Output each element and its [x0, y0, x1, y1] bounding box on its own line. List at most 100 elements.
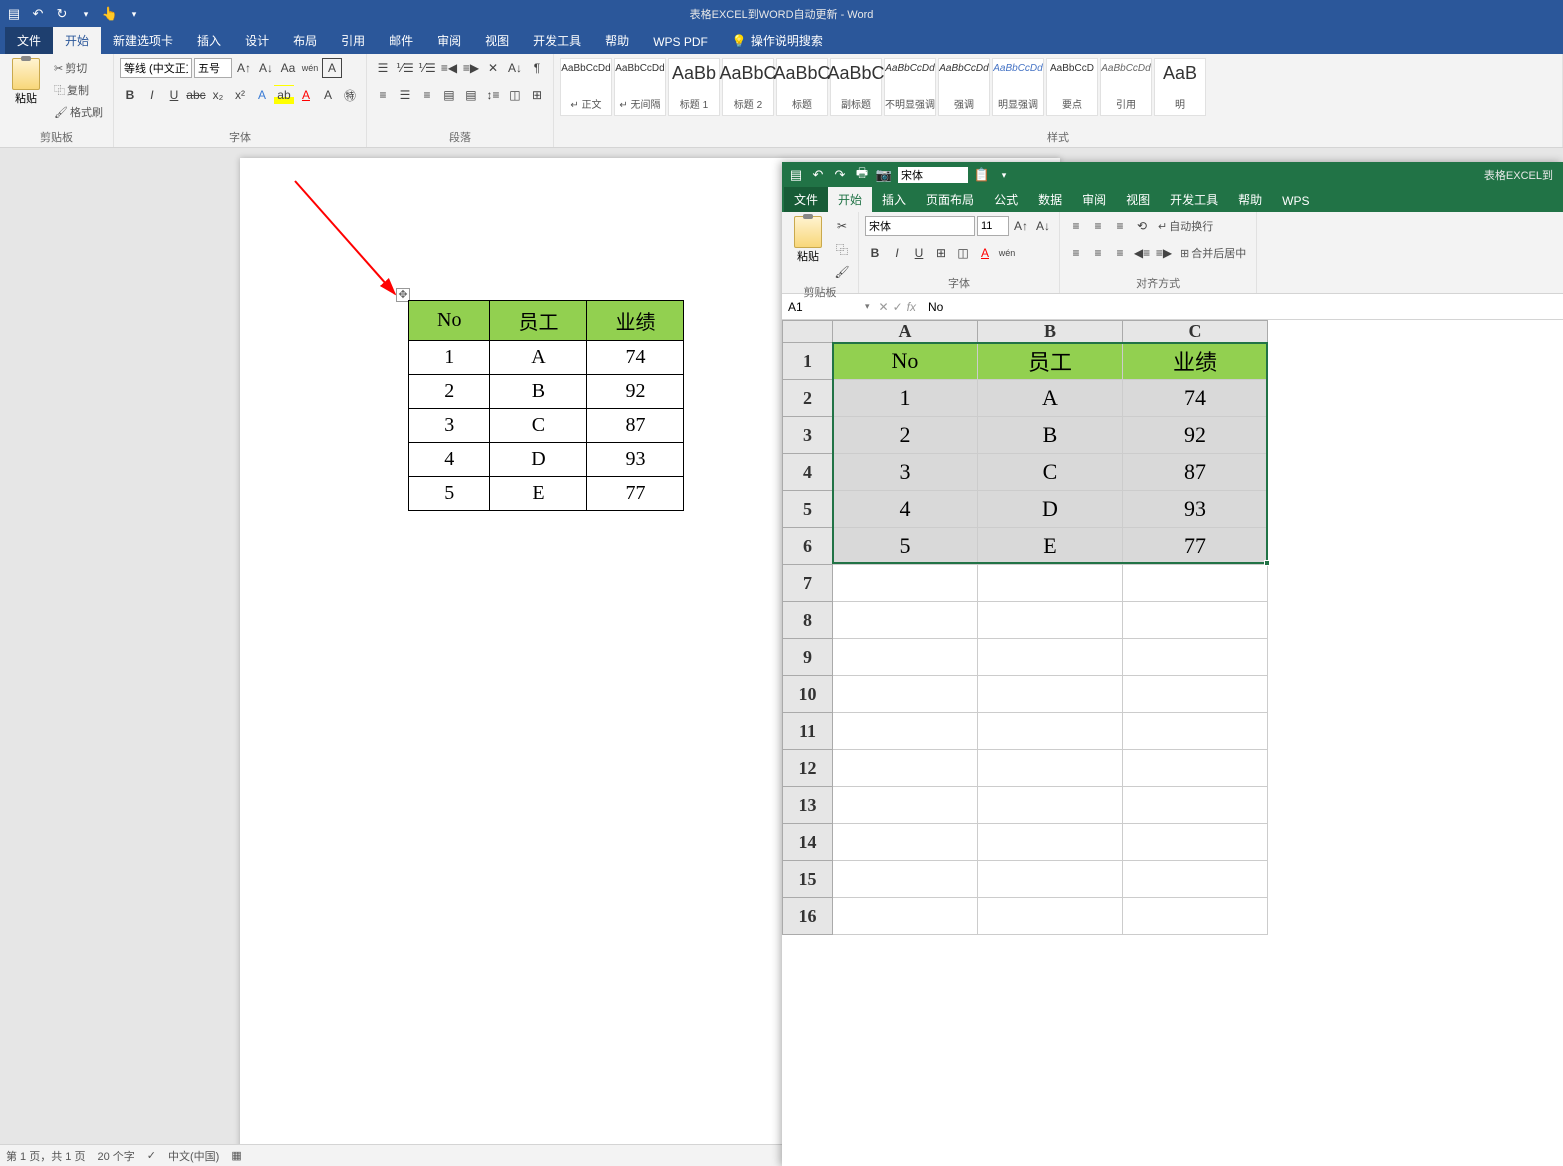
tab-help[interactable]: 帮助 [1228, 187, 1272, 212]
excel-cell[interactable] [833, 787, 978, 824]
bullets-icon[interactable]: ☰ [373, 58, 393, 78]
format-painter-button[interactable]: 🖌格式刷 [50, 102, 107, 122]
excel-cell[interactable] [833, 602, 978, 639]
excel-cell[interactable] [1123, 713, 1268, 750]
qat-paste-icon[interactable]: 📋 [974, 167, 990, 183]
namebox-dropdown-icon[interactable]: ▾ [862, 301, 873, 312]
merge-center-button[interactable]: ⊞合并后居中 [1176, 243, 1250, 263]
tab-wpspdf[interactable]: WPS PDF [641, 30, 720, 54]
style-item[interactable]: AaBbCcD要点 [1046, 58, 1098, 116]
row-header[interactable]: 1 [783, 343, 833, 380]
table-cell[interactable]: 92 [587, 375, 684, 409]
phonetic-icon[interactable]: wén [997, 243, 1017, 263]
excel-cell[interactable] [978, 824, 1123, 861]
style-item[interactable]: AaBb标题 1 [668, 58, 720, 116]
row-header[interactable]: 14 [783, 824, 833, 861]
cut-icon[interactable]: ✂ [832, 216, 852, 236]
styles-gallery[interactable]: AaBbCcDd↵ 正文AaBbCcDd↵ 无间隔AaBb标题 1AaBbC标题… [560, 58, 1206, 127]
underline-icon[interactable]: U [164, 85, 184, 105]
excel-cell[interactable] [833, 713, 978, 750]
excel-cell[interactable]: No [833, 343, 978, 380]
excel-cell[interactable]: 3 [833, 454, 978, 491]
excel-cell[interactable] [978, 565, 1123, 602]
excel-cell[interactable]: 92 [1123, 417, 1268, 454]
enter-icon[interactable]: ✓ [893, 300, 903, 314]
grow-font-icon[interactable]: A↑ [1011, 216, 1031, 236]
style-item[interactable]: AaBbCcDd不明显强调 [884, 58, 936, 116]
tab-formulas[interactable]: 公式 [984, 187, 1028, 212]
qat-font-combo[interactable] [898, 167, 968, 183]
tab-pagelayout[interactable]: 页面布局 [916, 187, 984, 212]
cancel-icon[interactable]: ✕ [879, 300, 889, 314]
table-cell[interactable]: A [490, 341, 587, 375]
qat-more-icon[interactable]: ▾ [996, 167, 1012, 183]
excel-cell[interactable]: 员工 [978, 343, 1123, 380]
line-spacing-icon[interactable]: ↕≡ [483, 85, 503, 105]
excel-cell[interactable] [1123, 787, 1268, 824]
excel-cell[interactable] [833, 639, 978, 676]
excel-cell[interactable] [978, 713, 1123, 750]
qat-more-icon-2[interactable]: ▾ [126, 6, 142, 22]
excel-cell[interactable]: 77 [1123, 528, 1268, 565]
row-header[interactable]: 9 [783, 639, 833, 676]
excel-cell[interactable]: 74 [1123, 380, 1268, 417]
fx-icon[interactable]: fx [907, 300, 916, 314]
shrink-font-icon[interactable]: A↓ [256, 58, 276, 78]
word-embedded-table[interactable]: No员工业绩1A742B923C874D935E77 [408, 300, 684, 511]
align-right-icon[interactable]: ≡ [417, 85, 437, 105]
style-item[interactable]: AaBbCcDd明显强调 [992, 58, 1044, 116]
table-cell[interactable]: 4 [409, 443, 490, 477]
excel-cell[interactable] [978, 861, 1123, 898]
row-header[interactable]: 13 [783, 787, 833, 824]
row-header[interactable]: 5 [783, 491, 833, 528]
excel-cell[interactable]: A [978, 380, 1123, 417]
row-header[interactable]: 16 [783, 898, 833, 935]
style-item[interactable]: AaBbC副标题 [830, 58, 882, 116]
excel-cell[interactable] [833, 565, 978, 602]
align-bottom-icon[interactable]: ≡ [1110, 216, 1130, 236]
align-left-icon[interactable]: ≡ [1066, 243, 1086, 263]
tab-developer[interactable]: 开发工具 [521, 27, 593, 54]
excel-cell[interactable]: D [978, 491, 1123, 528]
strikethrough-icon[interactable]: abc [186, 85, 206, 105]
table-header-cell[interactable]: No [409, 301, 490, 341]
row-header[interactable]: 11 [783, 713, 833, 750]
style-item[interactable]: AaBbC标题 2 [722, 58, 774, 116]
status-page[interactable]: 第 1 页，共 1 页 [6, 1148, 85, 1164]
table-cell[interactable]: 93 [587, 443, 684, 477]
sort-icon[interactable]: A↓ [505, 58, 525, 78]
table-cell[interactable]: D [490, 443, 587, 477]
table-cell[interactable]: 74 [587, 341, 684, 375]
excel-cell[interactable] [1123, 824, 1268, 861]
excel-cell[interactable] [1123, 861, 1268, 898]
style-item[interactable]: AaBbCcDd↵ 正文 [560, 58, 612, 116]
char-shading-icon[interactable]: A [318, 85, 338, 105]
save-icon[interactable]: ▤ [6, 6, 22, 22]
excel-cell[interactable] [1123, 602, 1268, 639]
excel-cell[interactable]: 业绩 [1123, 343, 1268, 380]
multilevel-icon[interactable]: ⅟☰ [417, 58, 437, 78]
style-item[interactable]: AaBbCcDd↵ 无间隔 [614, 58, 666, 116]
excel-cell[interactable]: 4 [833, 491, 978, 528]
macro-icon[interactable]: ▦ [231, 1149, 241, 1162]
tab-review[interactable]: 审阅 [425, 27, 473, 54]
row-header[interactable]: 4 [783, 454, 833, 491]
excel-cell[interactable] [1123, 750, 1268, 787]
distribute-icon[interactable]: ▤ [461, 85, 481, 105]
style-item[interactable]: AaBbC标题 [776, 58, 828, 116]
tab-layout[interactable]: 布局 [281, 27, 329, 54]
dec-indent-icon[interactable]: ≡◀ [439, 58, 459, 78]
table-header-cell[interactable]: 员工 [490, 301, 587, 341]
font-size-combo[interactable] [977, 216, 1009, 236]
enclose-char-icon[interactable]: ㊕ [340, 85, 360, 105]
tab-review[interactable]: 审阅 [1072, 187, 1116, 212]
table-cell[interactable]: E [490, 477, 587, 511]
font-color-icon[interactable]: A [975, 243, 995, 263]
justify-icon[interactable]: ▤ [439, 85, 459, 105]
italic-icon[interactable]: I [887, 243, 907, 263]
wrap-text-button[interactable]: ↵自动换行 [1154, 216, 1217, 236]
excel-cell[interactable]: 87 [1123, 454, 1268, 491]
subscript-icon[interactable]: x₂ [208, 85, 228, 105]
inc-indent-icon[interactable]: ≡▶ [1154, 243, 1174, 263]
asian-layout-icon[interactable]: ✕ [483, 58, 503, 78]
